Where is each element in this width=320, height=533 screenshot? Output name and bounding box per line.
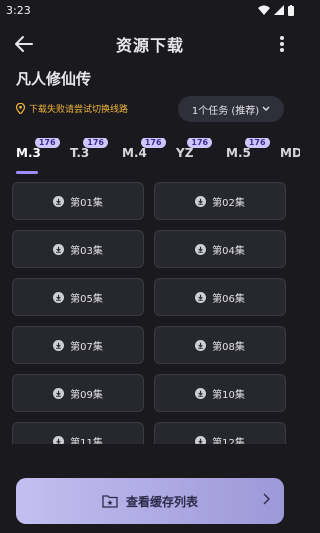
status-time: 3:23 — [6, 3, 31, 17]
episode-label: 第07集 — [70, 341, 103, 353]
episode-label: 第05集 — [70, 293, 103, 305]
folder-star-icon — [102, 495, 118, 508]
download-icon — [53, 387, 65, 399]
episode-button[interactable]: 第09集 — [12, 374, 144, 412]
episode-label: 第11集 — [70, 437, 103, 445]
wifi-icon — [258, 5, 270, 15]
hint-text: 下载失败请尝试切换线路 — [29, 105, 129, 115]
signal-icon — [274, 5, 284, 15]
active-tab-indicator — [16, 171, 38, 174]
tab-label: T.3 — [70, 146, 90, 160]
tab-label: M.5 — [226, 146, 251, 160]
view-cache-list-button[interactable]: 查看缓存列表 — [16, 478, 284, 524]
episode-label: 第12集 — [212, 437, 245, 445]
tab-source-yz[interactable]: YZ 176 — [176, 138, 213, 160]
episode-label: 第06集 — [212, 293, 245, 305]
episode-button[interactable]: 第10集 — [154, 374, 286, 412]
episode-label: 第02集 — [212, 197, 245, 209]
hint-row: 下载失败请尝试切换线路 — [16, 102, 128, 115]
source-tabs: M.3 176 T.3 176 M.4 176 YZ 176 M.5 176 M… — [0, 138, 300, 172]
episode-button[interactable]: 第06集 — [154, 278, 286, 316]
episode-button[interactable]: 第01集 — [12, 182, 144, 220]
tab-label: M.4 — [122, 146, 147, 160]
battery-icon — [288, 4, 294, 16]
episode-label: 第04集 — [212, 245, 245, 257]
episode-button[interactable]: 第07集 — [12, 326, 144, 364]
episode-label: 第08集 — [212, 341, 245, 353]
download-icon — [195, 387, 207, 399]
app-header: 资源下载 — [0, 26, 300, 62]
download-icon — [195, 243, 207, 255]
novel-title: 凡人修仙传 — [16, 70, 92, 88]
cache-button-label: 查看缓存列表 — [125, 494, 198, 509]
episode-button[interactable]: 第12集 — [154, 422, 286, 444]
count-badge: 176 — [140, 138, 166, 148]
download-icon — [195, 195, 207, 207]
count-badge: 176 — [244, 138, 270, 148]
tab-label: YZ — [176, 146, 194, 160]
episode-button[interactable]: 第05集 — [12, 278, 144, 316]
count-badge: 176 — [83, 138, 108, 148]
download-icon — [195, 339, 207, 351]
episode-button[interactable]: 第04集 — [154, 230, 286, 268]
episode-label: 第01集 — [70, 197, 103, 209]
episode-grid: 第01集 第02集 第03集 第04集 第05集 第06集 第07集 第08集 … — [12, 182, 288, 444]
page-title: 资源下载 — [115, 36, 184, 55]
download-icon — [53, 435, 65, 444]
download-icon — [53, 195, 65, 207]
episode-label: 第03集 — [70, 245, 103, 257]
tab-source-m4[interactable]: M.4 176 — [122, 138, 166, 160]
task-select[interactable]: 1个任务 (推荐) — [178, 96, 284, 122]
more-vert-icon[interactable] — [276, 32, 288, 56]
tab-label: M.3 — [16, 146, 41, 160]
episode-button[interactable]: 第03集 — [12, 230, 144, 268]
download-icon — [53, 243, 65, 255]
download-icon — [53, 291, 65, 303]
download-icon — [53, 339, 65, 351]
episode-button[interactable]: 第11集 — [12, 422, 144, 444]
episode-label: 第10集 — [212, 389, 245, 401]
status-bar: 3:23 — [0, 0, 300, 20]
count-badge: 176 — [34, 138, 60, 148]
episode-label: 第09集 — [70, 389, 103, 401]
chevron-right-icon — [263, 493, 270, 505]
episode-button[interactable]: 第02集 — [154, 182, 286, 220]
tab-source-m5[interactable]: M.5 176 — [226, 138, 270, 160]
location-pin-icon — [16, 103, 25, 114]
tab-source-m3[interactable]: M.3 176 — [16, 138, 60, 160]
count-badge: 176 — [187, 138, 213, 148]
download-icon — [195, 435, 207, 444]
download-icon — [195, 291, 207, 303]
tab-source-md[interactable]: MD — [280, 146, 300, 160]
back-arrow-icon[interactable] — [12, 32, 36, 56]
tab-label: MD — [280, 146, 300, 160]
task-select-label: 1个任务 (推荐) — [191, 105, 260, 117]
tab-source-t3[interactable]: T.3 176 — [70, 138, 108, 160]
chevron-down-icon — [262, 106, 270, 111]
episode-button[interactable]: 第08集 — [154, 326, 286, 364]
